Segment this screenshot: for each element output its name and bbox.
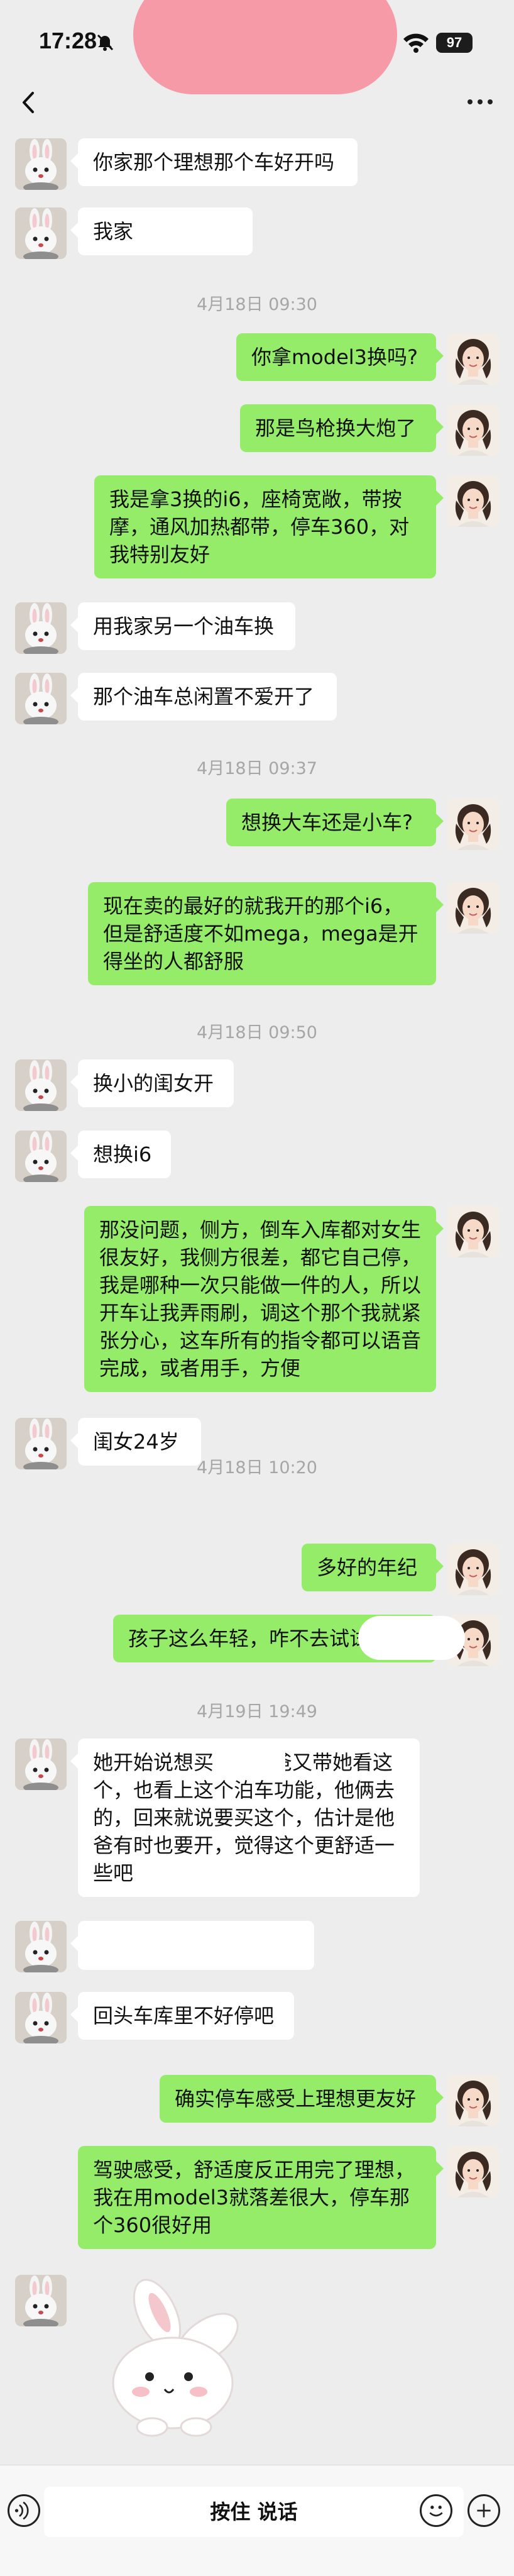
message-bubble-outgoing[interactable]: 那没问题，侧方，倒车入库都对女生很友好，我侧方很差，都它自己停，我是哪种一次只能… [84, 1206, 444, 1392]
back-chevron-icon[interactable] [15, 87, 40, 118]
message-bubble-incoming[interactable]: 你家那个理想那个车好开吗 [70, 138, 358, 186]
plus-icon[interactable] [468, 2494, 500, 2527]
privacy-blur [133, 0, 397, 94]
my-avatar[interactable] [447, 475, 499, 527]
my-avatar[interactable] [447, 799, 499, 850]
timestamp: 4月18日 09:50 [197, 1023, 317, 1042]
redaction-mask [225, 1747, 285, 1778]
contact-avatar[interactable] [15, 2275, 67, 2326]
my-avatar[interactable] [447, 1544, 499, 1595]
message-bubble-outgoing[interactable]: 现在卖的最好的就我开的那个i6，但是舒适度不如mega，mega是开得坐的人都舒… [88, 882, 444, 985]
contact-avatar[interactable] [15, 602, 67, 654]
message-bubble-outgoing[interactable]: 多好的年纪 [302, 1544, 444, 1591]
contact-avatar[interactable] [15, 673, 67, 724]
my-avatar[interactable] [447, 333, 499, 385]
message-bubble-outgoing[interactable]: 驾驶感受，舒适度反正用完了理想，我在用model3就落差很大，停车那个360很好… [78, 2146, 444, 2249]
contact-avatar[interactable] [15, 1739, 67, 1790]
message-bubble-incoming[interactable]: 闺女24岁 [70, 1418, 201, 1466]
my-avatar[interactable] [447, 404, 499, 456]
hold-to-talk-button[interactable]: 按住 说话 [44, 2487, 464, 2537]
more-options-icon[interactable] [465, 94, 496, 109]
contact-avatar[interactable] [15, 1992, 67, 2043]
my-avatar[interactable] [447, 2075, 499, 2126]
timestamp: 4月18日 10:20 [197, 1458, 317, 1478]
contact-avatar[interactable] [15, 1921, 67, 1972]
wifi-icon [403, 33, 429, 53]
message-bubble-incoming[interactable]: 换小的闺女开 [70, 1059, 234, 1107]
contact-avatar[interactable] [15, 1130, 67, 1182]
bell-muted-icon [97, 34, 114, 51]
contact-avatar[interactable] [15, 1059, 67, 1111]
status-bar: 17:28 97 [0, 0, 514, 113]
emoji-icon[interactable] [420, 2494, 452, 2527]
my-avatar[interactable] [447, 882, 499, 934]
input-bar: 按住 说话 [0, 2465, 514, 2576]
my-avatar[interactable] [447, 1206, 499, 1258]
message-bubble-incoming[interactable] [70, 1921, 314, 1970]
message-bubble-outgoing[interactable]: 想换大车还是小车? [226, 799, 444, 846]
message-bubble-outgoing[interactable]: 确实停车感受上理想更友好 [160, 2075, 444, 2123]
message-bubble-incoming[interactable]: 用我家另一个油车换 [70, 602, 295, 650]
redaction-mask [358, 1616, 465, 1660]
timestamp: 4月18日 09:37 [197, 759, 317, 778]
contact-avatar[interactable] [15, 138, 67, 190]
message-bubble-incoming[interactable]: 回头车库里不好停吧 [70, 1992, 294, 2040]
redaction-mask [141, 215, 235, 249]
message-bubble-incoming[interactable]: 想换i6 [70, 1130, 171, 1178]
voice-icon[interactable] [8, 2494, 40, 2527]
my-avatar[interactable] [447, 2146, 499, 2197]
message-bubble-outgoing[interactable]: 你拿model3换吗? [236, 333, 444, 381]
timestamp: 4月18日 09:30 [197, 295, 317, 314]
message-bubble-outgoing[interactable]: 那是鸟枪换大炮了 [240, 404, 444, 452]
message-bubble-outgoing[interactable]: 我是拿3换的i6，座椅宽敞，带按摩，通风加热都带，停车360，对我特别友好 [94, 475, 444, 578]
battery-indicator: 97 [436, 33, 473, 53]
rabbit-sticker[interactable] [94, 2270, 251, 2440]
message-bubble-incoming[interactable]: 那个油车总闲置不爱开了 [70, 673, 337, 721]
contact-avatar[interactable] [15, 207, 67, 259]
timestamp: 4月19日 19:49 [197, 1702, 317, 1722]
status-time: 17:28 [39, 28, 97, 53]
